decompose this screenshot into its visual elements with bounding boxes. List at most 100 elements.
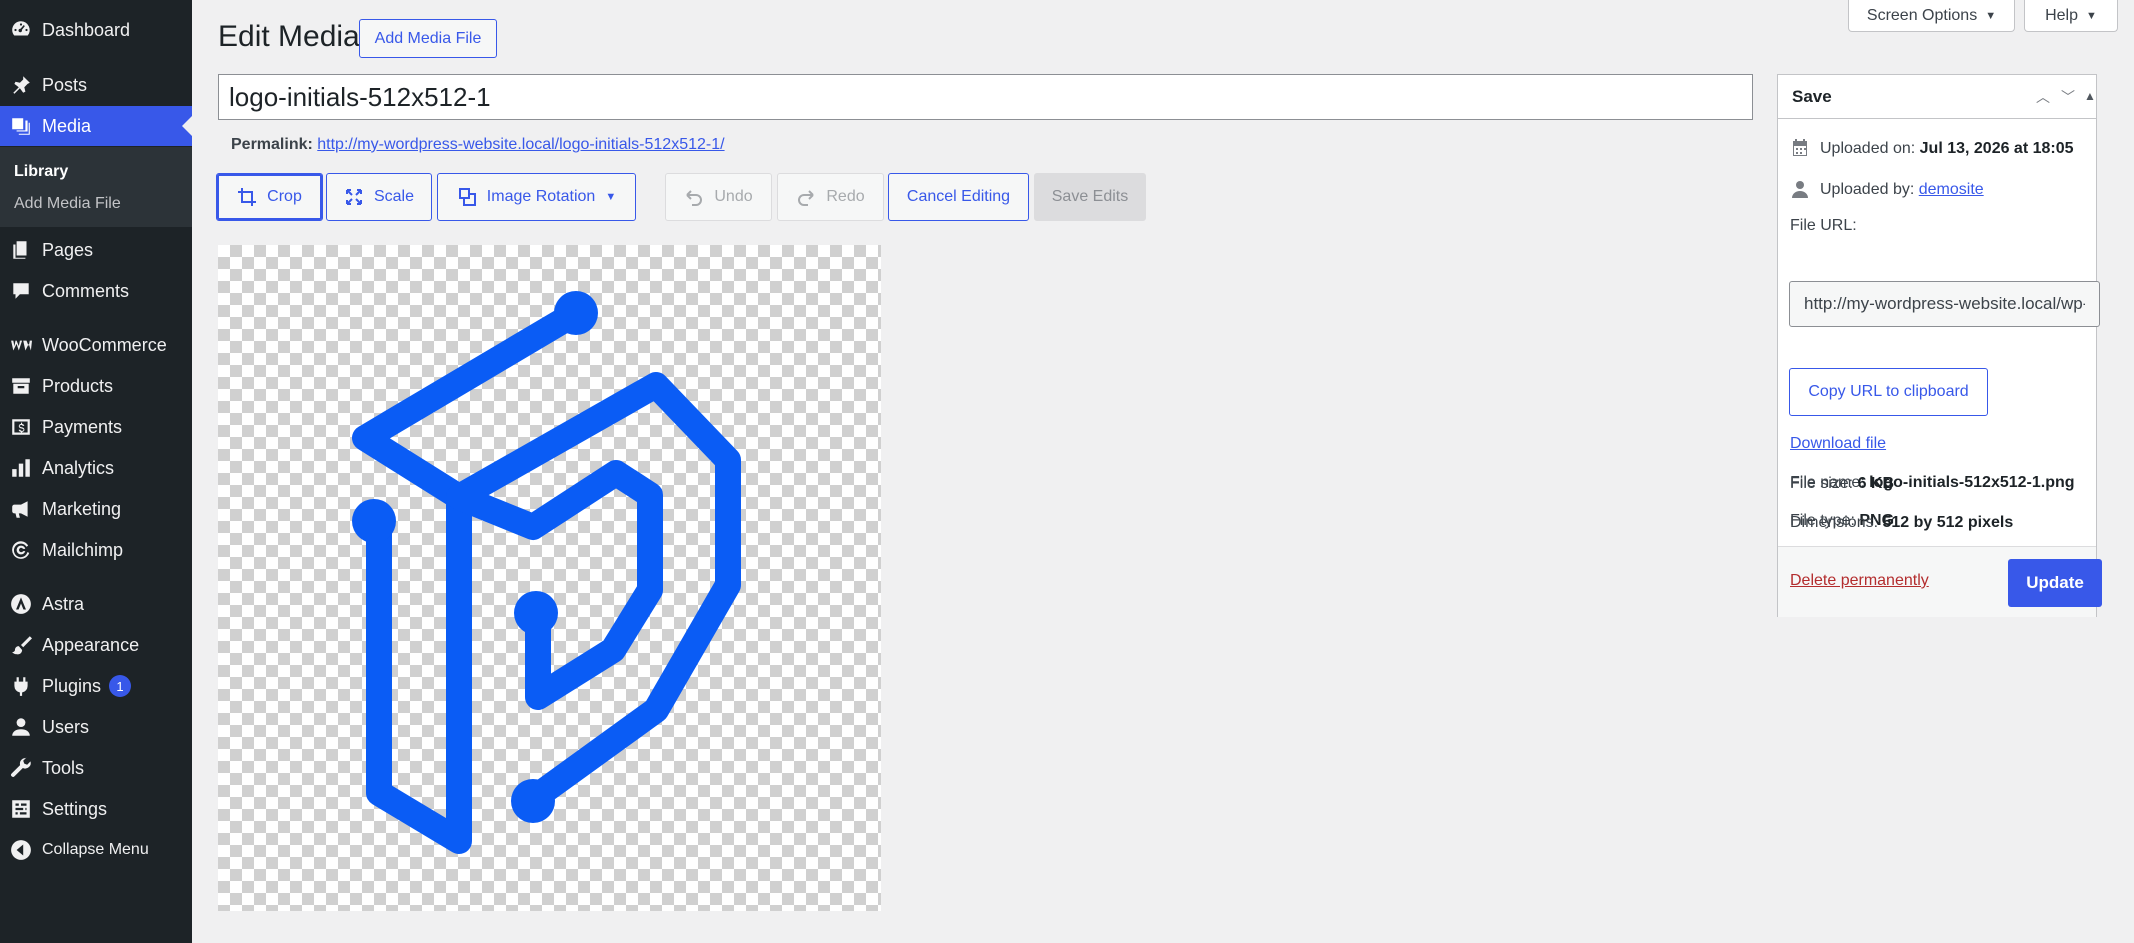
- help-tab[interactable]: Help ▼: [2024, 0, 2118, 32]
- crop-button[interactable]: Crop: [216, 173, 323, 221]
- astra-icon: [10, 593, 32, 615]
- dashboard-icon: [10, 19, 32, 41]
- image-rotation-button[interactable]: Image Rotation ▼: [437, 173, 636, 221]
- menu-appearance[interactable]: Appearance: [0, 625, 192, 665]
- menu-label: Tools: [42, 757, 85, 778]
- caret-down-icon: ▼: [1985, 9, 1997, 22]
- menu-astra[interactable]: Astra: [0, 584, 192, 624]
- menu-pages[interactable]: Pages: [0, 230, 192, 270]
- permalink-link[interactable]: http://my-wordpress-website.local/logo-i…: [317, 136, 724, 153]
- woo-icon: [10, 334, 32, 356]
- page-title: Edit Media: [218, 20, 360, 53]
- pin-icon: [10, 74, 32, 96]
- comment-icon: [10, 280, 32, 302]
- screen-options-label: Screen Options: [1866, 6, 1978, 24]
- screen-options-tab[interactable]: Screen Options ▼: [1848, 0, 2015, 32]
- delete-permanently-link[interactable]: Delete permanently: [1790, 572, 1929, 590]
- save-panel: Save ︿ ﹀ ▲ Uploaded on: Jul 13, 2026 at …: [1777, 74, 2102, 617]
- undo-button[interactable]: Undo: [665, 173, 772, 221]
- rotation-label: Image Rotation: [486, 188, 596, 205]
- menu-label: Marketing: [42, 498, 122, 519]
- permalink-label: Permalink:: [231, 136, 313, 153]
- file-name-value: logo-initials-512x512-1.png: [1869, 474, 2075, 491]
- redo-icon: [798, 190, 815, 206]
- menu-mailchimp[interactable]: Mailchimp: [0, 530, 192, 570]
- bar-chart-icon: [10, 457, 32, 479]
- menu-payments[interactable]: Payments: [0, 407, 192, 447]
- media-submenu: Library Add Media File: [0, 147, 192, 227]
- media-icon: [10, 115, 32, 137]
- copy-url-button[interactable]: Copy URL to clipboard: [1789, 368, 1988, 416]
- menu-collapse[interactable]: Collapse Menu: [0, 830, 192, 870]
- menu-label: Posts: [42, 74, 88, 95]
- menu-label: Astra: [42, 593, 85, 614]
- menu-media[interactable]: Media: [0, 106, 192, 146]
- menu-woocommerce[interactable]: WooCommerce: [0, 325, 192, 365]
- dimensions: Dimensions: 512 by 512 pixels: [1790, 514, 2013, 532]
- menu-label: Payments: [42, 416, 123, 437]
- menu-settings[interactable]: Settings: [0, 789, 192, 829]
- menu-label: Media: [42, 115, 92, 136]
- toggle-panel-icon[interactable]: ▲: [2084, 89, 2096, 103]
- add-media-file-button[interactable]: Add Media File: [359, 19, 497, 58]
- media-title-input[interactable]: [218, 74, 1753, 120]
- menu-marketing[interactable]: Marketing: [0, 489, 192, 529]
- move-down-icon[interactable]: ﹀: [2061, 87, 2075, 107]
- submenu-library[interactable]: Library: [14, 163, 68, 181]
- menu-users[interactable]: Users: [0, 707, 192, 747]
- menu-plugins[interactable]: Plugins 1: [0, 666, 192, 706]
- caret-down-icon: ▼: [2086, 9, 2097, 22]
- uploaded-on: Uploaded on: Jul 13, 2026 at 18:05: [1820, 140, 2074, 158]
- menu-comments[interactable]: Comments: [0, 271, 192, 311]
- menu-label: Appearance: [42, 634, 140, 655]
- save-panel-footer: Delete permanently Update: [1778, 546, 2102, 617]
- menu-label: Collapse Menu: [42, 841, 149, 858]
- file-url-input[interactable]: [1789, 281, 2100, 327]
- scale-button[interactable]: Scale: [326, 173, 432, 221]
- menu-label: Analytics: [42, 457, 115, 478]
- menu-dashboard[interactable]: Dashboard: [0, 10, 192, 50]
- menu-analytics[interactable]: Analytics: [0, 448, 192, 488]
- save-panel-title: Save: [1792, 86, 1832, 106]
- submenu-add-media-file[interactable]: Add Media File: [14, 195, 121, 213]
- uploaded-on-value: Jul 13, 2026 at 18:05: [1919, 140, 2074, 157]
- menu-posts[interactable]: Posts: [0, 65, 192, 105]
- menu-label: Users: [42, 716, 90, 737]
- uploaded-on-label: Uploaded on:: [1820, 140, 1916, 157]
- image-preview[interactable]: [218, 245, 881, 911]
- menu-tools[interactable]: Tools: [0, 748, 192, 788]
- menu-label: Pages: [42, 239, 94, 260]
- file-size: File size: 6 KB: [1790, 475, 1894, 493]
- uploaded-by: Uploaded by: demosite: [1820, 181, 1984, 199]
- plug-icon: [10, 675, 32, 697]
- undo-label: Undo: [714, 188, 753, 205]
- menu-label: Mailchimp: [42, 539, 124, 560]
- mailchimp-icon: [10, 539, 32, 561]
- menu-label: Plugins: [42, 675, 102, 696]
- menu-label: Dashboard: [42, 19, 131, 40]
- scale-icon: [345, 189, 362, 205]
- redo-button[interactable]: Redo: [777, 173, 884, 221]
- uploaded-by-link[interactable]: demosite: [1919, 181, 1984, 198]
- move-up-icon[interactable]: ︿: [2036, 87, 2050, 107]
- wrench-icon: [10, 757, 32, 779]
- dollar-icon: [10, 416, 32, 438]
- uploaded-by-label: Uploaded by:: [1820, 181, 1915, 198]
- pages-icon: [10, 239, 32, 261]
- undo-icon: [686, 190, 703, 206]
- crop-label: Crop: [267, 188, 302, 205]
- update-button[interactable]: Update: [2008, 559, 2102, 607]
- file-size-value: 6 KB: [1857, 475, 1895, 492]
- rotate-icon: [458, 188, 476, 206]
- save-edits-button[interactable]: Save Edits: [1034, 173, 1146, 221]
- user-icon: [10, 716, 32, 738]
- dimensions-value: 512 by 512 pixels: [1882, 514, 2014, 531]
- person-icon: [1790, 179, 1810, 199]
- cancel-editing-button[interactable]: Cancel Editing: [888, 173, 1029, 221]
- archive-icon: [10, 375, 32, 397]
- dimensions-label: Dimensions:: [1790, 514, 1879, 531]
- crop-icon: [238, 188, 257, 206]
- menu-products[interactable]: Products: [0, 366, 192, 406]
- download-file-link[interactable]: Download file: [1790, 435, 1886, 453]
- redo-label: Redo: [826, 188, 865, 205]
